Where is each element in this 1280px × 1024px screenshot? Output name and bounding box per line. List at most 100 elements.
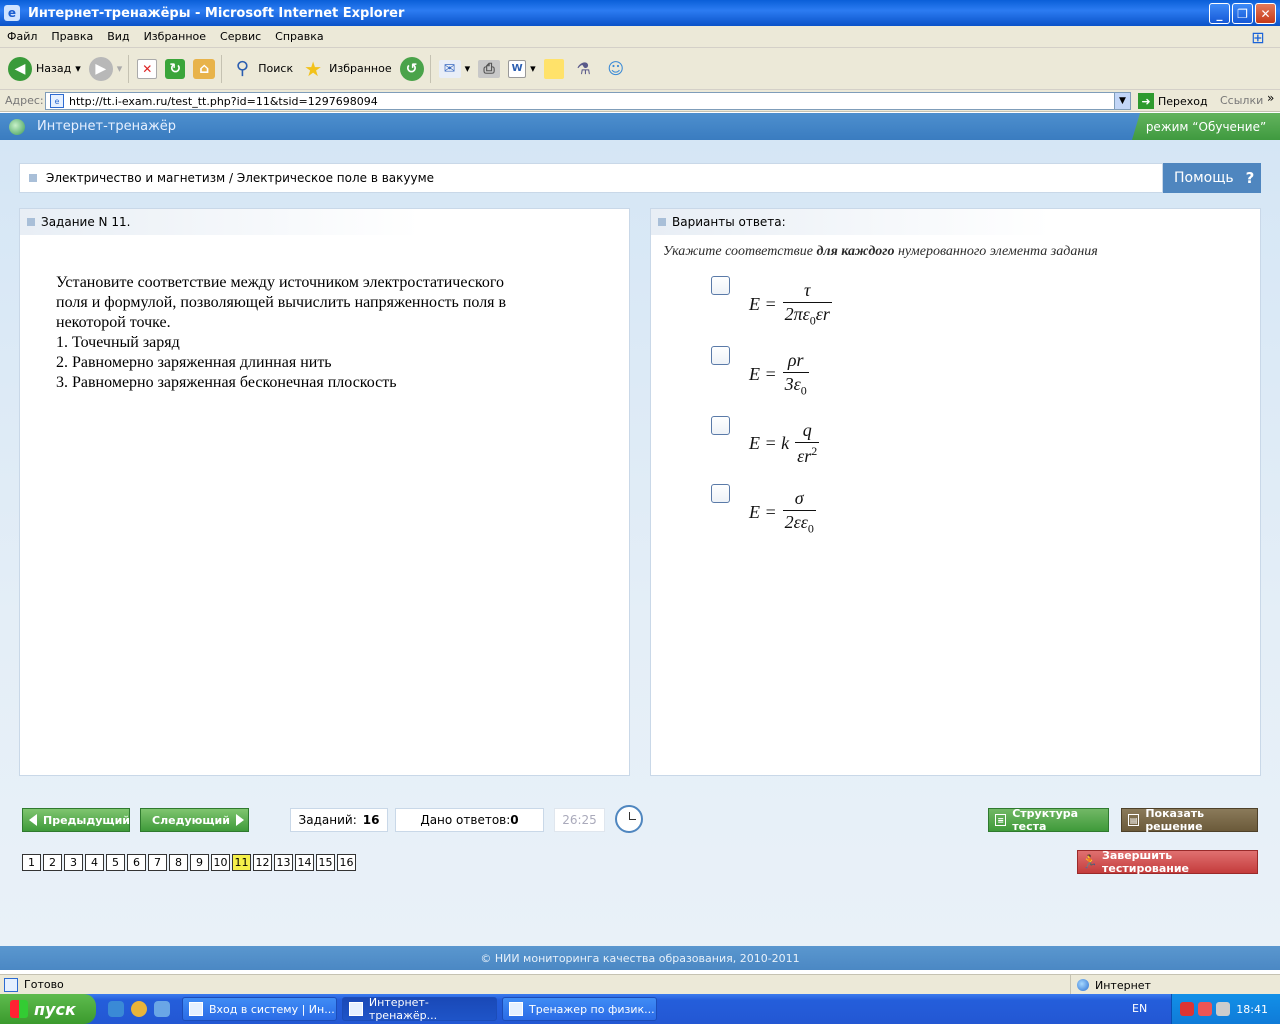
page-12[interactable]: 12 [253,854,272,871]
tasks-count: 16 [362,813,380,827]
windows-flag-icon [10,1000,28,1018]
formula-3: E = k q εr2 [749,420,820,467]
start-button[interactable]: пуск [0,994,96,1024]
word-icon: W [508,59,527,78]
question-text: Установите соответствие между источником… [56,273,596,393]
arrow-left-icon [29,814,37,826]
taskbar-item-word[interactable]: Тренажер по физик... [502,997,657,1021]
back-dropdown-icon[interactable]: ▾ [75,62,81,75]
media-player-icon[interactable] [131,1001,147,1017]
go-arrow-icon: ➜ [1138,93,1154,109]
research-button[interactable]: ⚗ [572,57,596,81]
answer-checkbox-3[interactable] [711,416,730,435]
mail-button[interactable]: ✉ ▾ [438,59,471,78]
question-item-1: 1. Точечный заряд [56,334,180,351]
breadcrumb-text: Электричество и магнетизм / Электрическо… [46,171,435,185]
go-button[interactable]: ➜ Переход [1138,93,1208,109]
formula-lhs: E = [749,293,777,314]
finish-test-button[interactable]: 🏃 Завершить тестирование [1077,849,1258,875]
ie-quicklaunch-icon[interactable] [108,1001,124,1017]
task-number: Задание N 11. [41,215,131,229]
stop-button[interactable]: ✕ [137,58,158,79]
show-solution-button[interactable]: ▤ Показать решение [1121,807,1258,833]
answer-option-1: E = τ 2πε0εr [711,276,1011,336]
title-bar: e Интернет-тренажёры - Microsoft Interne… [0,0,1280,26]
edit-button[interactable]: W ▾ [508,59,536,78]
page-16[interactable]: 16 [337,854,356,871]
page-2[interactable]: 2 [43,854,62,871]
menu-file[interactable]: Файл [0,30,44,43]
language-indicator[interactable]: EN [1132,1002,1147,1015]
address-dropdown-icon[interactable]: ▼ [1114,93,1130,109]
history-button[interactable]: ↺ [399,56,424,81]
next-button[interactable]: Следующий [140,808,249,832]
answered-label: Дано ответов: [420,813,511,827]
search-button[interactable]: ⚲ Поиск [230,57,293,81]
page-9[interactable]: 9 [190,854,209,871]
test-structure-button[interactable]: ≡ Структура теста [988,807,1109,833]
note-icon [543,58,564,79]
taskbar-item-login[interactable]: Вход в систему | Ин... [182,997,337,1021]
page-14[interactable]: 14 [295,854,314,871]
refresh-button[interactable]: ↻ [165,58,186,79]
ie-icon [349,1002,363,1016]
home-icon: ⌂ [193,58,216,79]
instruction-text: Укажите соответствие [663,244,817,259]
maximize-icon[interactable]: ❐ [1232,3,1253,24]
page-13[interactable]: 13 [274,854,293,871]
print-button[interactable]: ⎙ [478,59,501,78]
page-5[interactable]: 5 [106,854,125,871]
menu-view[interactable]: Вид [100,30,136,43]
help-button[interactable]: Помощь ? [1163,163,1261,193]
menu-help[interactable]: Справка [268,30,330,43]
page-8[interactable]: 8 [169,854,188,871]
discuss-button[interactable] [543,58,564,79]
page-11-current[interactable]: 11 [232,854,251,871]
speaker-icon[interactable] [1216,1002,1230,1016]
answer-checkbox-1[interactable] [711,276,730,295]
menu-edit[interactable]: Правка [44,30,100,43]
links-button[interactable]: Ссылки [1220,94,1263,107]
forward-button[interactable]: ▶ ▾ [88,56,123,81]
tray-arrow-icon[interactable] [1198,1002,1212,1016]
edit-dropdown-icon[interactable]: ▾ [530,62,536,75]
forward-dropdown-icon[interactable]: ▾ [117,62,123,75]
menu-favorites[interactable]: Избранное [137,30,213,43]
back-button[interactable]: ◀ Назад ▾ [8,56,81,81]
address-input[interactable]: e http://tt.i-exam.ru/test_tt.php?id=11&… [45,92,1131,110]
page-4[interactable]: 4 [85,854,104,871]
desktop-icon[interactable] [154,1001,170,1017]
arrow-right-icon [235,814,244,826]
system-tray: 18:41 [1171,994,1280,1024]
chevron-right-icon[interactable]: » [1267,91,1274,105]
close-icon[interactable]: ✕ [1255,3,1276,24]
answer-checkbox-2[interactable] [711,346,730,365]
tasks-label: Заданий: [298,813,357,827]
fraction: ρr 3ε0 [782,350,809,399]
minimize-icon[interactable]: _ [1209,3,1230,24]
page-7[interactable]: 7 [148,854,167,871]
bullet-square-icon [27,218,35,226]
previous-button[interactable]: Предыдущий [22,808,130,832]
favorites-button[interactable]: ★ Избранное [301,57,391,81]
ie-icon: e [4,5,20,21]
answer-option-3: E = k q εr2 [711,416,1011,476]
taskbar-item-trainer[interactable]: Интернет-тренажёр... [342,996,497,1022]
page-3[interactable]: 3 [64,854,83,871]
page-6[interactable]: 6 [127,854,146,871]
denominator: 2πε0εr [782,302,832,329]
answer-checkbox-4[interactable] [711,484,730,503]
address-url[interactable]: http://tt.i-exam.ru/test_tt.php?id=11&ts… [69,95,378,108]
antivirus-icon[interactable] [1180,1002,1194,1016]
help-label: Помощь [1174,170,1234,186]
home-button[interactable]: ⌂ [193,58,216,79]
research-icon: ⚗ [576,59,591,78]
mail-dropdown-icon[interactable]: ▾ [465,62,471,75]
messenger-button[interactable]: ☺ [604,57,628,81]
runner-icon: 🏃 [1081,854,1099,870]
menu-tools[interactable]: Сервис [213,30,268,43]
page-10[interactable]: 10 [211,854,230,871]
page-1[interactable]: 1 [22,854,41,871]
tasks-counter: Заданий: 16 [290,808,388,832]
page-15[interactable]: 15 [316,854,335,871]
